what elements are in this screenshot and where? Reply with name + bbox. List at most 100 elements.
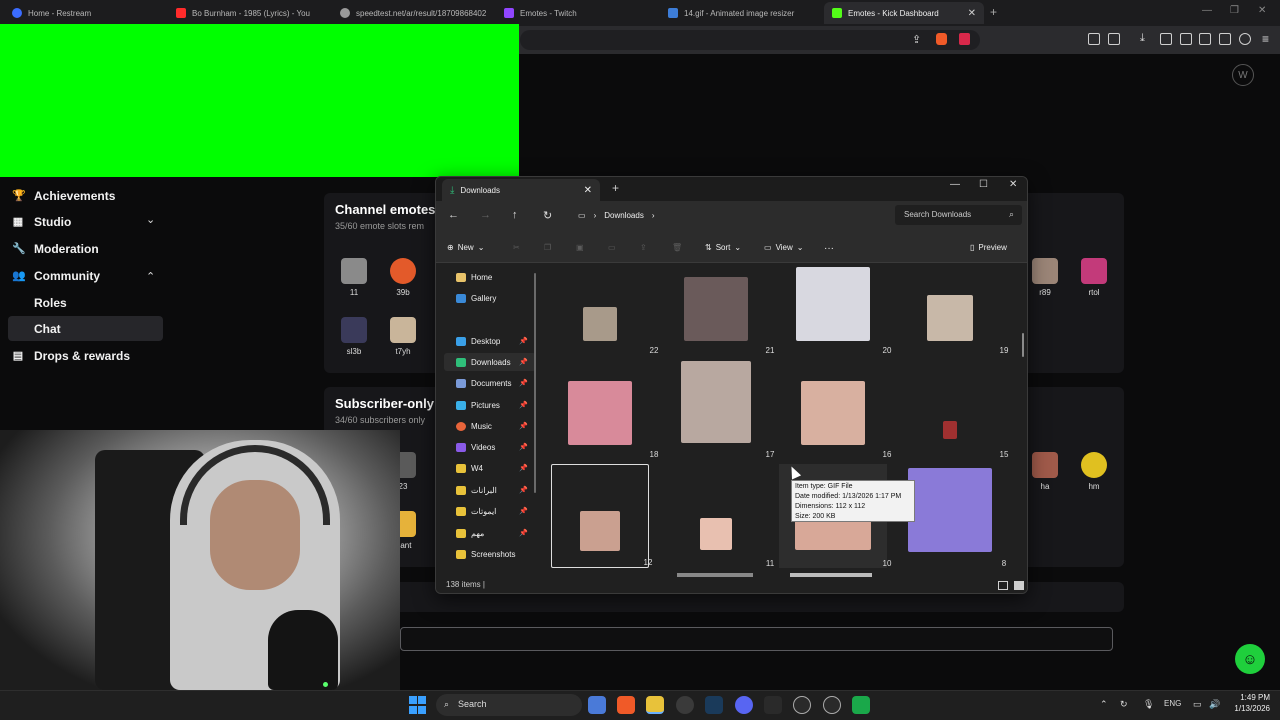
sidebar-item-achievements[interactable]: 🏆 Achievements: [12, 189, 115, 203]
rename-icon[interactable]: ▭: [608, 243, 616, 252]
sort-button[interactable]: ⇅ Sort ⌄: [705, 243, 741, 252]
sidebar-item-community[interactable]: 👥 Community: [12, 269, 100, 283]
sidebar-item-studio[interactable]: ▦ Studio: [12, 215, 72, 229]
sidebar-icon[interactable]: [1180, 33, 1192, 45]
browser-tab-ezgif[interactable]: 14.gif - Animated image resizer: [660, 2, 825, 24]
search-input[interactable]: Search Downloads ⌕: [895, 205, 1022, 225]
emote-item[interactable]: hm: [1069, 452, 1119, 491]
taskbar-search[interactable]: ⌕ Search: [436, 694, 582, 716]
epic-games-icon[interactable]: [764, 696, 782, 714]
vpn-icon[interactable]: [1239, 33, 1251, 45]
refresh-icon[interactable]: ↻: [543, 209, 552, 222]
sidebar-item-moderation[interactable]: 🔧 Moderation: [12, 242, 99, 256]
back-arrow-icon[interactable]: ←: [448, 209, 459, 221]
nav-item-folder[interactable]: مهم 📌: [444, 524, 536, 542]
navigation-scrollbar[interactable]: [534, 273, 536, 493]
sidebar-item-roles[interactable]: Roles: [34, 296, 67, 310]
user-avatar[interactable]: W: [1232, 64, 1254, 86]
nav-item-videos[interactable]: Videos 📌: [444, 438, 536, 456]
nav-item-downloads[interactable]: Downloads 📌: [444, 353, 536, 371]
sidebar-item-drops[interactable]: ▤ Drops & rewards: [12, 349, 130, 363]
streamlabs-icon[interactable]: [852, 696, 870, 714]
discord-icon[interactable]: [735, 696, 753, 714]
menu-icon[interactable]: ≡: [1262, 32, 1269, 46]
sidebar-item-chat-selected[interactable]: [8, 316, 163, 341]
brave-rewards-icon[interactable]: [959, 33, 970, 45]
brave-icon[interactable]: [617, 696, 635, 714]
file-explorer-icon[interactable]: [646, 696, 664, 714]
nav-item-gallery[interactable]: Gallery: [444, 289, 536, 307]
nav-item-desktop[interactable]: Desktop 📌: [444, 332, 536, 350]
chevron-up-icon[interactable]: ⌃: [146, 270, 155, 283]
browser-tab-youtube[interactable]: Bo Burnham - 1985 (Lyrics) - You: [168, 2, 333, 24]
browser-tab-twitch[interactable]: Emotes - Twitch: [496, 2, 661, 24]
media-icon[interactable]: [1160, 33, 1172, 45]
leo-icon[interactable]: [1219, 33, 1231, 45]
browser-tab-speedtest[interactable]: speedtest.net/ar/result/18709868402: [332, 2, 497, 24]
extensions-icon[interactable]: [1088, 33, 1100, 45]
cut-icon[interactable]: ✂: [513, 243, 520, 252]
monitor-icon[interactable]: ▭: [1193, 699, 1202, 710]
file-thumbnail[interactable]: 21: [662, 263, 774, 355]
nav-item-folder[interactable]: Screenshots: [444, 545, 536, 563]
browser-tab-restream[interactable]: Home - Restream: [4, 2, 169, 24]
emote-item[interactable]: rtol: [1069, 258, 1119, 297]
minimize-icon[interactable]: —: [1202, 5, 1212, 16]
wallet-icon[interactable]: [1199, 33, 1211, 45]
close-tab-icon[interactable]: ✕: [584, 185, 592, 196]
cast-icon[interactable]: [1108, 33, 1120, 45]
emote-item[interactable]: 11: [329, 258, 379, 297]
chevron-down-icon[interactable]: ⌄: [146, 213, 155, 226]
file-thumbnail[interactable]: 19: [896, 263, 1008, 355]
file-thumbnail[interactable]: 11: [662, 464, 774, 568]
share-icon[interactable]: ⇪: [640, 243, 647, 252]
file-thumbnail-selected[interactable]: 12: [551, 464, 652, 568]
new-tab-button[interactable]: +: [990, 5, 997, 19]
chat-input[interactable]: [400, 627, 1113, 651]
nav-item-folder[interactable]: ايموتات 📌: [444, 502, 536, 520]
new-button[interactable]: ⊕ New ⌄: [447, 243, 484, 252]
thumbnail-view-icon[interactable]: [1014, 581, 1024, 590]
more-options-button[interactable]: ···: [824, 243, 834, 254]
chevron-up-icon[interactable]: ⌃: [1100, 699, 1108, 710]
nav-item-folder[interactable]: W4 📌: [444, 459, 536, 477]
steam-icon[interactable]: [705, 696, 723, 714]
emote-item[interactable]: t7yh: [378, 317, 428, 356]
nav-item-folder[interactable]: البرانات 📌: [444, 481, 536, 499]
file-thumbnail[interactable]: 18: [546, 361, 658, 459]
support-chat-button[interactable]: ☺: [1235, 644, 1265, 674]
address-bar[interactable]: [520, 30, 980, 50]
nav-item-documents[interactable]: Documents 📌: [444, 374, 536, 392]
minimize-icon[interactable]: —: [950, 179, 960, 190]
file-thumbnail[interactable]: 16: [779, 361, 891, 459]
taskbar-clock[interactable]: 1:49 PM 1/13/2026: [1226, 692, 1270, 714]
network-icon[interactable]: ↻: [1120, 699, 1128, 710]
share-icon[interactable]: ⇪: [912, 33, 921, 46]
nav-item-music[interactable]: Music 📌: [444, 417, 536, 435]
preview-button[interactable]: ▯ Preview: [970, 243, 1007, 252]
delete-icon[interactable]: 🗑: [672, 243, 682, 252]
settings-icon[interactable]: [676, 696, 694, 714]
calculator-icon[interactable]: [588, 696, 606, 714]
file-thumbnail[interactable]: 20: [779, 263, 891, 355]
explorer-tab[interactable]: ⤓ Downloads ✕: [442, 179, 600, 201]
new-tab-button[interactable]: +: [612, 181, 619, 195]
browser-tab-kick[interactable]: Emotes - Kick Dashboard ✕: [824, 2, 984, 24]
up-arrow-icon[interactable]: ↑: [512, 209, 518, 221]
content-scrollbar[interactable]: [1022, 333, 1024, 357]
language-indicator[interactable]: ENG: [1164, 699, 1181, 708]
emote-item[interactable]: sl3b: [329, 317, 379, 356]
file-thumbnail[interactable]: 17: [662, 361, 774, 459]
windows-start-icon[interactable]: [409, 696, 427, 714]
brave-shield-icon[interactable]: [936, 33, 947, 45]
microphone-icon[interactable]: 🎙: [1143, 699, 1154, 710]
speaker-icon[interactable]: 🔊: [1209, 699, 1220, 710]
close-icon[interactable]: ✕: [1258, 5, 1266, 16]
forward-arrow-icon[interactable]: →: [480, 209, 491, 221]
xbox-icon[interactable]: [793, 696, 811, 714]
nav-item-home[interactable]: Home: [444, 268, 536, 286]
maximize-icon[interactable]: ☐: [979, 179, 988, 190]
file-thumbnail[interactable]: 22: [546, 263, 658, 355]
details-view-icon[interactable]: [998, 581, 1008, 590]
paste-icon[interactable]: ▣: [576, 243, 584, 252]
